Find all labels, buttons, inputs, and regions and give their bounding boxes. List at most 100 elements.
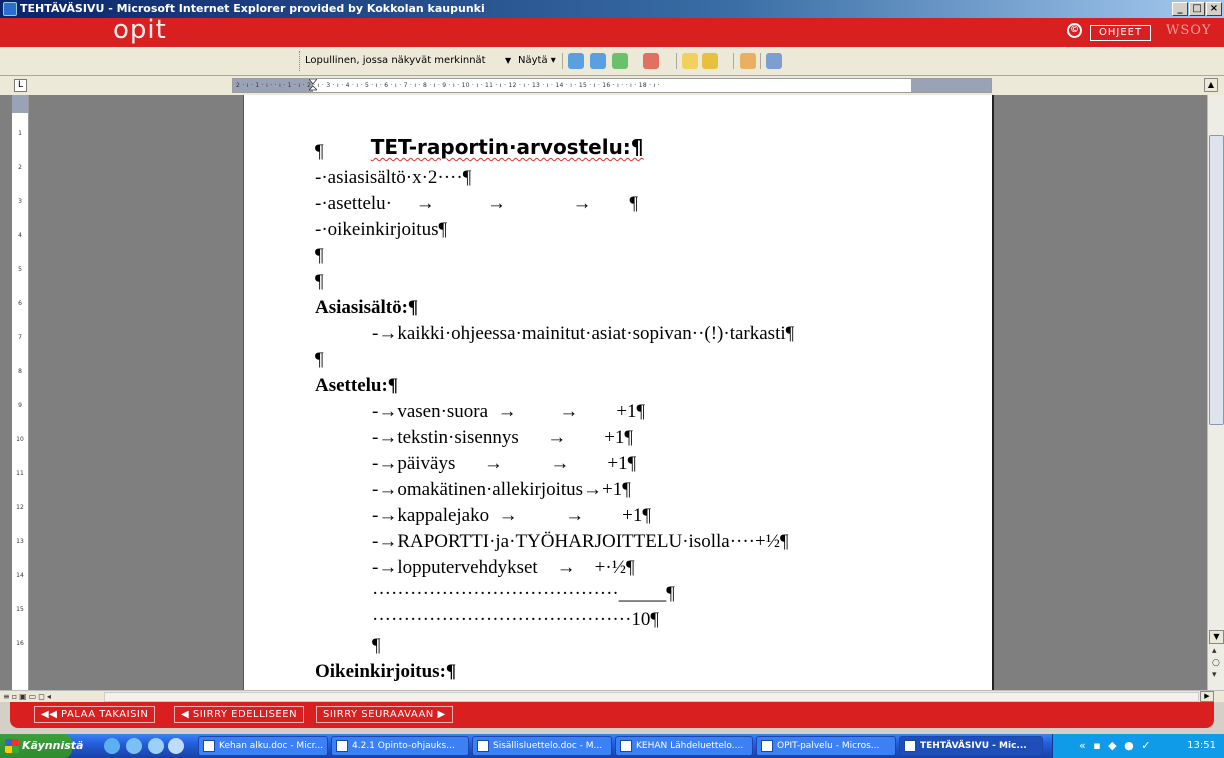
view-bar: ≡▫▣▭◻◂ ▶ (0, 690, 1224, 702)
outlook-quicklaunch-icon[interactable] (126, 738, 142, 754)
close-button[interactable]: × (1206, 2, 1222, 16)
document-page[interactable]: TET-raportin·arvostelu:¶ ¶ -·asiasisältö… (243, 95, 994, 690)
vertical-ruler-tick: 1 (18, 130, 22, 137)
doc-line: -·asettelu· → → → ¶ (315, 193, 639, 214)
system-tray: « ▪ ◆ ● ✓ 13:51 (1052, 734, 1224, 758)
ie-icon (3, 2, 17, 16)
section-heading: Asiasisältö:¶ (315, 297, 419, 318)
minimize-button[interactable]: _ (1172, 2, 1188, 16)
horizontal-scrollbar[interactable] (104, 692, 1199, 702)
maximize-button[interactable]: □ (1189, 2, 1205, 16)
accept-change-icon[interactable] (612, 53, 628, 69)
reviewing-pane-icon[interactable] (766, 53, 782, 69)
section-heading: Asettelu:¶ (315, 375, 399, 396)
doc-line: -→lopputervehdykset → +·½¶ (315, 557, 635, 578)
show-menu-button[interactable]: Näytä ▾ (518, 52, 556, 70)
vertical-ruler-tick: 2 (18, 164, 22, 171)
publisher-logo: WSOY (1166, 23, 1212, 38)
opit-logo: opit (113, 15, 167, 45)
doc-line: -→vasen·suora → → +1¶ (315, 401, 646, 422)
previous-button[interactable]: ◀ SIIRRY EDELLISEEN (174, 706, 305, 723)
toolbar-grip[interactable] (299, 51, 302, 71)
view-mode-buttons[interactable]: ≡▫▣▭◻◂ (3, 691, 53, 702)
track-changes-icon[interactable] (740, 53, 756, 69)
vertical-ruler-tick: 13 (16, 538, 24, 545)
tab-selector-icon[interactable]: L (14, 79, 27, 92)
doc-line: -→omakätinen·allekirjoitus→+1¶ (315, 479, 631, 500)
select-browse-object-icon[interactable]: ○ (1212, 658, 1220, 668)
vertical-ruler-tick: 15 (16, 606, 24, 613)
taskbar-item[interactable]: OPIT-palvelu - Micros... (756, 736, 896, 756)
document-title: TET-raportin·arvostelu:¶ (370, 135, 644, 159)
taskbar-item-active[interactable]: TEHTÄVÄSIVU - Mic... (899, 736, 1043, 756)
vertical-ruler-tick: 6 (18, 300, 22, 307)
ie-quicklaunch-icon[interactable] (104, 738, 120, 754)
search-quicklaunch-icon[interactable] (148, 738, 164, 754)
back-button[interactable]: ◀◀ PALAA TAKAISIN (34, 706, 156, 723)
doc-line: ¶ (315, 635, 381, 656)
ie-page-icon (904, 740, 916, 752)
indent-marker-icon[interactable] (309, 79, 317, 92)
next-page-icon[interactable]: ▾ (1212, 670, 1217, 680)
vertical-ruler-tick: 11 (16, 470, 24, 477)
doc-line: ·······································_… (315, 583, 675, 604)
navigation-strip: ◀◀ PALAA TAKAISIN ◀ SIIRRY EDELLISEEN SI… (10, 702, 1214, 728)
vertical-ruler-tick: 7 (18, 334, 22, 341)
doc-line: -→kaikki·ohjeessa·mainitut·asiat·sopivan… (315, 323, 795, 344)
previous-change-icon[interactable] (568, 53, 584, 69)
vertical-ruler-tick: 8 (18, 368, 22, 375)
scroll-right-icon[interactable]: ▶ (1200, 691, 1214, 702)
taskbar-item[interactable]: KEHAN Lähdeluettelo.... (615, 736, 753, 756)
section-heading: Oikeinkirjoitus:¶ (315, 661, 457, 682)
word-doc-icon (620, 740, 632, 752)
vertical-scrollbar[interactable]: ▼ ▴ ○ ▾ (1207, 95, 1224, 690)
taskbar-item[interactable]: 4.2.1 Opinto-ohjauks... (331, 736, 469, 756)
doc-line: -→RAPORTTI·ja·TYÖHARJOITTELU·isolla····+… (315, 531, 789, 552)
taskbar: Käynnistä Kehan alku.doc - Micr... 4.2.1… (0, 734, 1224, 758)
vertical-ruler-tick: 3 (18, 198, 22, 205)
scroll-down-icon[interactable]: ▼ (1209, 630, 1224, 644)
toolbar-separator (760, 53, 761, 69)
window-title: TEHTÄVÄSIVU - Microsoft Internet Explore… (20, 2, 485, 15)
next-change-icon[interactable] (590, 53, 606, 69)
media-quicklaunch-icon[interactable] (168, 738, 184, 754)
brand-bar: opit © OHJEET WSOY (0, 15, 1224, 47)
vertical-ruler[interactable]: 1 2 3 4 5 6 7 8 9 10 11 12 13 14 15 16 (12, 95, 29, 690)
new-comment-icon[interactable] (682, 53, 698, 69)
doc-line: ¶ (315, 271, 324, 292)
window-controls: _ □ × (1172, 2, 1222, 16)
highlight-icon[interactable] (702, 53, 718, 69)
split-handle-icon[interactable]: ▲ (1204, 78, 1218, 92)
reject-change-icon[interactable] (643, 53, 659, 69)
doc-line: ········································… (315, 609, 660, 630)
next-button[interactable]: SIIRRY SEURAAVAAN ▶ (316, 706, 453, 723)
doc-line: -·asiasisältö·x·2····¶ (315, 167, 472, 188)
top-margin-area (12, 95, 28, 113)
ruler-ticks: 2 · ı · 1 · ı · · ı · 1 · ı · 2 · ı · 3 … (236, 82, 660, 89)
previous-page-icon[interactable]: ▴ (1212, 646, 1217, 656)
vertical-ruler-tick: 12 (16, 504, 24, 511)
toolbar-separator (733, 53, 734, 69)
review-mode-select[interactable]: Lopullinen, jossa näkyvät merkinnät ▼ (305, 52, 515, 70)
start-button[interactable]: Käynnistä (0, 734, 83, 758)
doc-line: ¶ (315, 349, 324, 370)
document-workspace: 1 2 3 4 5 6 7 8 9 10 11 12 13 14 15 16 TET-raportin·arv… (0, 95, 1224, 690)
vertical-ruler-ticks: 1 2 3 4 5 6 7 8 9 10 11 12 13 14 15 16 (14, 117, 26, 661)
vertical-ruler-tick: 5 (18, 266, 22, 273)
horizontal-ruler[interactable]: 2 · ı · 1 · ı · · ı · 1 · ı · 2 · ı · 3 … (232, 78, 992, 93)
vertical-ruler-tick: 14 (16, 572, 24, 579)
vertical-ruler-tick: 10 (16, 436, 24, 443)
help-button[interactable]: OHJEET (1090, 25, 1152, 41)
vertical-ruler-tick: 9 (18, 402, 22, 409)
tray-icons[interactable]: « ▪ ◆ ● ✓ (1079, 734, 1152, 758)
doc-line: ¶ (315, 245, 324, 266)
vertical-ruler-tick: 16 (16, 640, 24, 647)
taskbar-item[interactable]: Kehan alku.doc - Micr... (198, 736, 328, 756)
toolbar-separator (676, 53, 677, 69)
copyright-icon[interactable]: © (1067, 23, 1082, 38)
taskbar-item[interactable]: Sisällisluettelo.doc - M... (472, 736, 612, 756)
scrollbar-thumb[interactable] (1209, 135, 1224, 425)
reviewing-toolbar: Lopullinen, jossa näkyvät merkinnät ▼ Nä… (0, 47, 1224, 76)
window-titlebar[interactable]: TEHTÄVÄSIVU - Microsoft Internet Explore… (0, 0, 1224, 18)
doc-line: -→päiväys → → +1¶ (315, 453, 637, 474)
